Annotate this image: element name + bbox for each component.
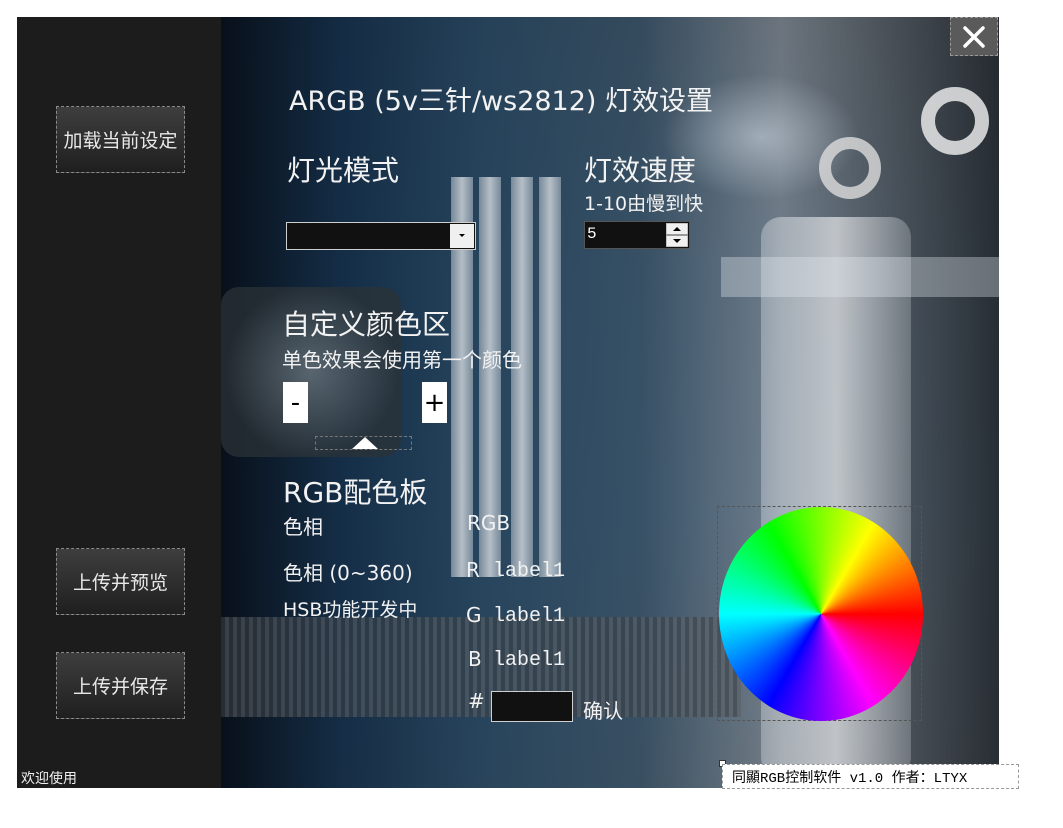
upload-save-button[interactable]: 上传并保存	[56, 652, 185, 719]
r-label: R	[466, 558, 480, 582]
add-color-button[interactable]: +	[422, 382, 447, 423]
welcome-text: 欢迎使用	[21, 771, 77, 787]
g-value: label1	[493, 605, 566, 628]
hex-input[interactable]	[491, 691, 573, 722]
dropdown-arrow[interactable]	[450, 224, 474, 248]
speed-hint: 1-10由慢到快	[584, 193, 704, 215]
custom-color-label: 自定义颜色区	[282, 308, 451, 341]
pointer-up-icon	[352, 437, 378, 449]
hash-label: #	[468, 689, 485, 713]
confirm-button[interactable]: 确认	[583, 695, 623, 724]
color-slot-area[interactable]	[315, 436, 412, 450]
hue-label: 色相	[283, 515, 323, 539]
b-label: B	[468, 647, 482, 671]
chevron-down-icon	[459, 234, 465, 237]
r-value: label1	[493, 560, 566, 583]
light-mode-label: 灯光模式	[287, 154, 400, 187]
color-wheel-frame	[717, 506, 923, 721]
hsb-note: HSB功能开发中	[283, 599, 418, 621]
color-wheel[interactable]	[719, 507, 923, 721]
close-button[interactable]	[950, 17, 998, 56]
palette-title: RGB配色板	[283, 476, 428, 509]
g-label: G	[466, 603, 482, 627]
close-icon	[963, 25, 985, 48]
speed-value[interactable]: 5	[587, 225, 597, 243]
upload-preview-button[interactable]: 上传并预览	[56, 548, 185, 615]
remove-color-button[interactable]: -	[283, 382, 308, 423]
stepper-buttons[interactable]	[665, 222, 689, 248]
rgb-label: RGB	[467, 511, 511, 535]
b-value: label1	[493, 649, 566, 672]
light-mode-dropdown[interactable]	[286, 222, 476, 250]
footer-info-text: 同顯RGB控制软件 v1.0 作者：LTYX	[732, 770, 968, 787]
load-current-settings-button[interactable]: 加载当前设定	[56, 106, 185, 173]
hue-range-label: 色相 (0~360)	[283, 561, 413, 585]
page-title: ARGB (5v三针/ws2812) 灯效设置	[289, 86, 714, 117]
speed-label: 灯效速度	[584, 154, 697, 187]
speed-stepper[interactable]: 5	[584, 221, 690, 249]
main-window: 加载当前设定 上传并预览 上传并保存 欢迎使用 ARGB (5v三针/ws281…	[17, 17, 999, 788]
sidebar: 加载当前设定 上传并预览 上传并保存 欢迎使用	[17, 17, 221, 788]
footer-info: 同顯RGB控制软件 v1.0 作者：LTYX	[722, 764, 1019, 789]
custom-color-hint: 单色效果会使用第一个颜色	[282, 348, 522, 372]
